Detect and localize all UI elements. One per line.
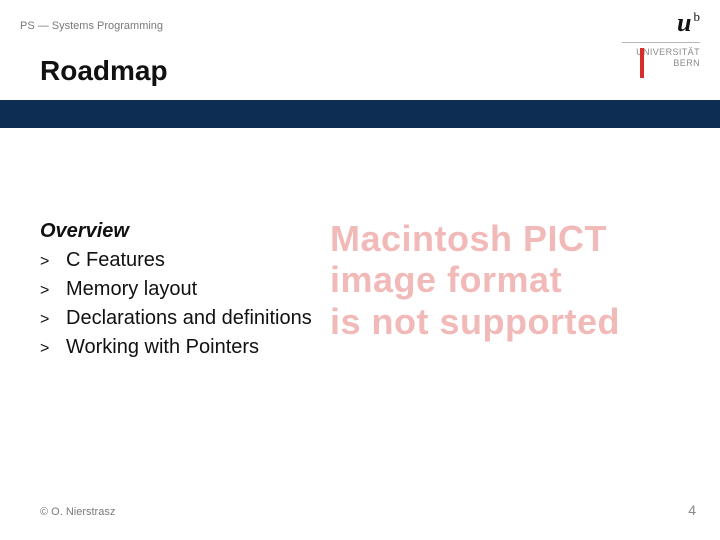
- overview-item-text: Working with Pointers: [66, 336, 259, 359]
- slide: PS — Systems Programming Roadmap ub UNIV…: [0, 0, 720, 540]
- page-number: 4: [688, 502, 696, 518]
- bullet-icon: >: [40, 282, 66, 300]
- overview-heading: Overview: [40, 220, 680, 243]
- university-logo: ub UNIVERSITÄT BERN: [622, 10, 700, 70]
- logo-text-line1: UNIVERSITÄT: [622, 47, 700, 58]
- overview-item-text: Memory layout: [66, 278, 197, 301]
- bullet-icon: >: [40, 340, 66, 358]
- overview-item-text: Declarations and definitions: [66, 307, 312, 330]
- page-title: Roadmap: [40, 55, 168, 87]
- logo-mark: ub: [622, 10, 700, 36]
- footer-copyright: © O. Nierstrasz: [40, 506, 115, 518]
- logo-superscript: b: [694, 9, 701, 24]
- list-item: > Declarations and definitions: [40, 307, 680, 330]
- list-item: > Working with Pointers: [40, 336, 680, 359]
- logo-text-line2: BERN: [622, 58, 700, 69]
- list-item: > C Features: [40, 249, 680, 272]
- bullet-icon: >: [40, 311, 66, 329]
- overview-block: Overview > C Features > Memory layout > …: [40, 220, 680, 365]
- bullet-icon: >: [40, 253, 66, 271]
- breadcrumb: PS — Systems Programming: [20, 20, 163, 32]
- list-item: > Memory layout: [40, 278, 680, 301]
- title-bar: [0, 100, 720, 128]
- logo-red-accent: [640, 48, 644, 78]
- logo-letter: u: [677, 8, 691, 37]
- overview-item-text: C Features: [66, 249, 165, 272]
- logo-divider: [622, 42, 700, 43]
